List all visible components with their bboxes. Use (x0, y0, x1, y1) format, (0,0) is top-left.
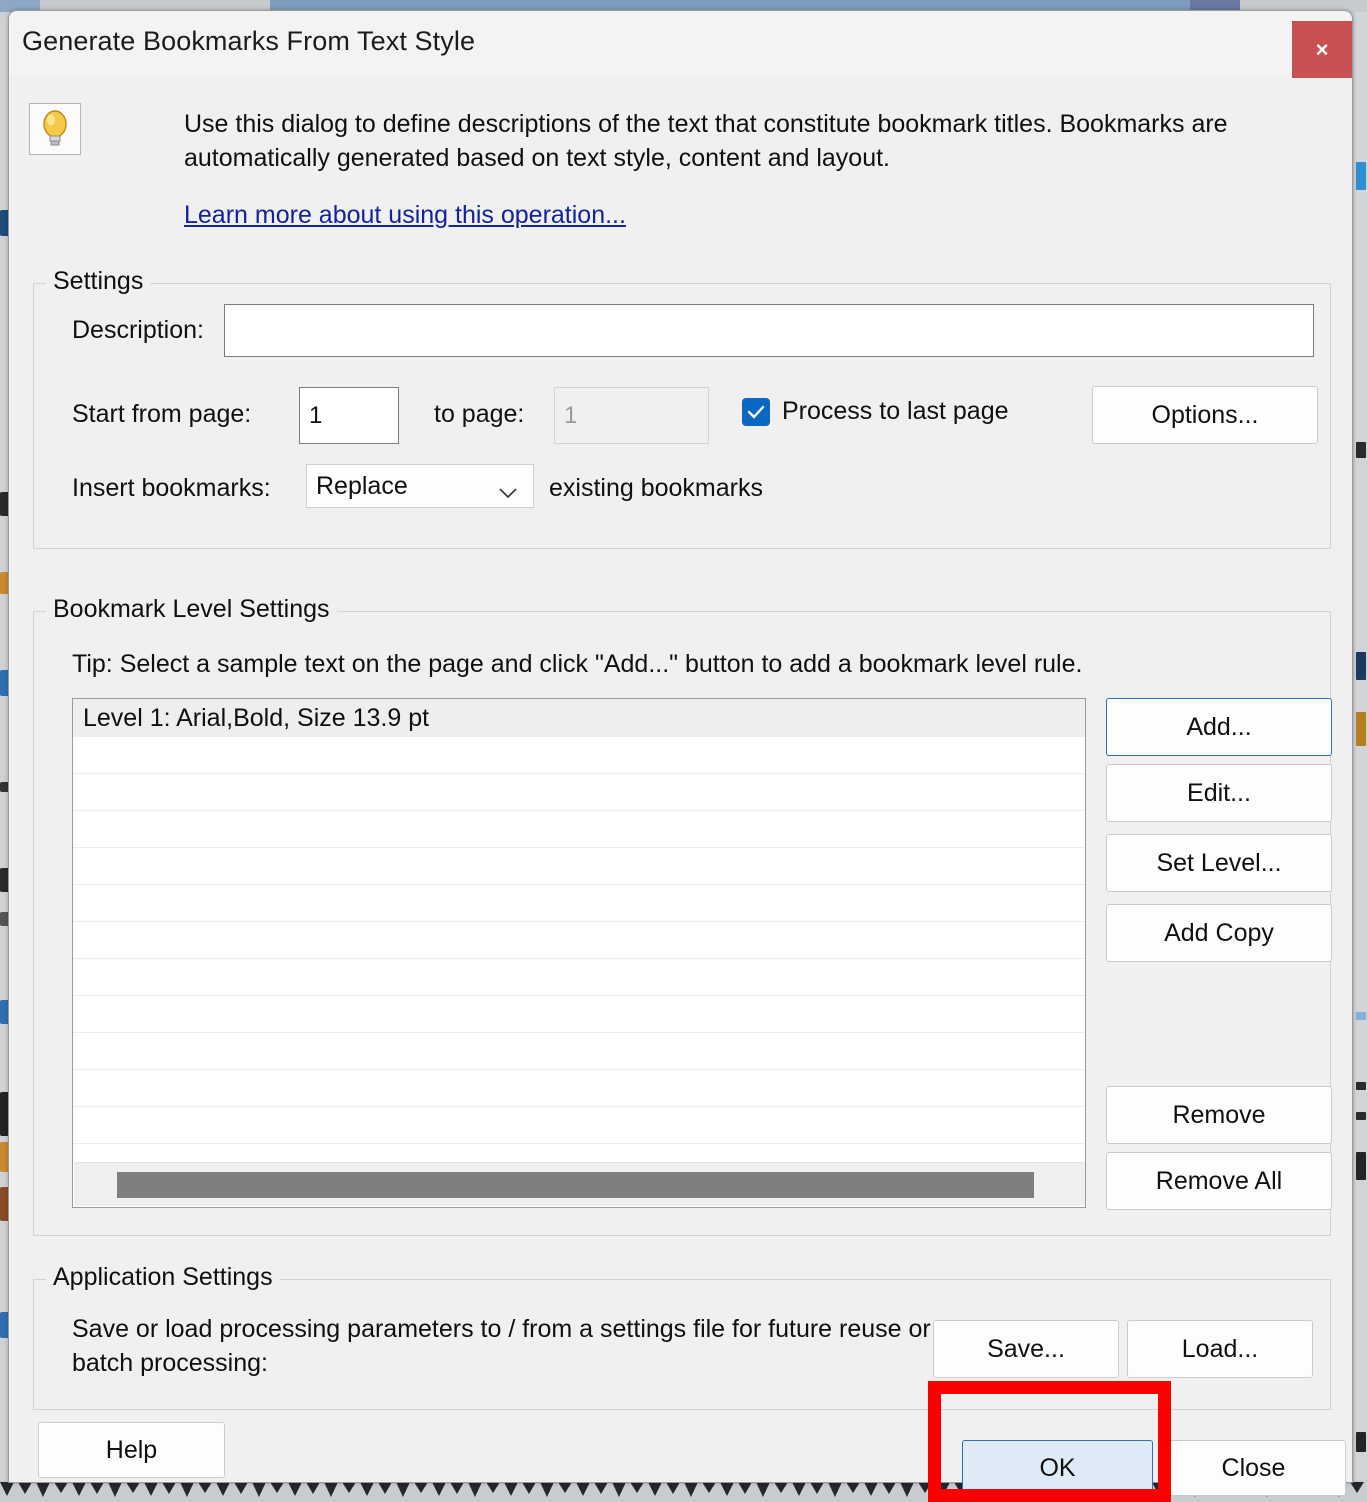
settings-group: Settings Description: Start from page: 1… (33, 267, 1331, 549)
application-settings-title: Application Settings (46, 1263, 280, 1292)
screen: Generate Bookmarks From Text Style × Use… (0, 0, 1367, 1502)
to-page-input[interactable]: 1 (554, 387, 709, 444)
dialog-titlebar: Generate Bookmarks From Text Style × (9, 11, 1352, 78)
description-label: Description: (72, 316, 204, 344)
remove-all-button[interactable]: Remove All (1106, 1152, 1332, 1210)
list-item[interactable]: Level 1: Arial,Bold, Size 13.9 pt (73, 699, 1085, 737)
start-page-label: Start from page: (72, 400, 252, 428)
insert-bookmarks-select[interactable]: Replace (306, 464, 534, 508)
bg-icon-sliver (1356, 1082, 1366, 1090)
bookmark-level-tip: Tip: Select a sample text on the page an… (72, 650, 1083, 678)
bookmark-level-list[interactable]: Level 1: Arial,Bold, Size 13.9 pt (72, 698, 1086, 1208)
bg-icon-sliver (1356, 712, 1366, 746)
list-item[interactable] (73, 996, 1085, 1033)
bookmark-level-settings-title: Bookmark Level Settings (46, 595, 337, 624)
dialog-title: Generate Bookmarks From Text Style (22, 26, 476, 56)
bg-icon-sliver (1356, 1152, 1366, 1180)
save-button[interactable]: Save... (933, 1320, 1119, 1378)
bg-icon-sliver (1356, 1012, 1366, 1020)
list-item[interactable] (73, 737, 1085, 774)
load-button[interactable]: Load... (1127, 1320, 1313, 1378)
to-page-label: to page: (434, 400, 525, 428)
checkmark-icon (742, 397, 770, 426)
close-icon[interactable]: × (1292, 21, 1352, 78)
ok-button[interactable]: OK (962, 1440, 1153, 1496)
list-item[interactable] (73, 1107, 1085, 1144)
help-button[interactable]: Help (38, 1422, 225, 1478)
scrollbar-thumb[interactable] (117, 1172, 1034, 1198)
learn-more-link[interactable]: Learn more about using this operation... (184, 201, 626, 230)
settings-group-title: Settings (46, 267, 151, 296)
list-item[interactable] (73, 848, 1085, 885)
list-item[interactable] (73, 774, 1085, 811)
add-copy-button[interactable]: Add Copy (1106, 904, 1332, 962)
bg-icon-sliver (1356, 162, 1366, 190)
chevron-down-icon (497, 478, 519, 507)
edit-button[interactable]: Edit... (1106, 764, 1332, 822)
generate-bookmarks-dialog: Generate Bookmarks From Text Style × Use… (8, 10, 1353, 1496)
start-page-input[interactable]: 1 (299, 387, 399, 444)
remove-button[interactable]: Remove (1106, 1086, 1332, 1144)
process-to-last-page-label: Process to last page (782, 397, 1009, 425)
list-item[interactable] (73, 959, 1085, 996)
description-input[interactable] (224, 304, 1314, 357)
list-item[interactable] (73, 1033, 1085, 1070)
horizontal-scrollbar[interactable] (74, 1162, 1085, 1206)
options-button[interactable]: Options... (1092, 386, 1318, 444)
application-settings-group: Application Settings Save or load proces… (33, 1263, 1331, 1410)
add-button[interactable]: Add... (1106, 698, 1332, 756)
insert-bookmarks-label: Insert bookmarks: (72, 474, 271, 502)
list-item[interactable] (73, 811, 1085, 848)
dialog-intro-text: Use this dialog to define descriptions o… (184, 110, 1228, 172)
list-item[interactable] (73, 1070, 1085, 1107)
insert-bookmarks-suffix: existing bookmarks (549, 474, 763, 502)
bg-icon-sliver (1356, 1432, 1366, 1452)
bg-icon-sliver (1356, 1112, 1366, 1120)
bookmark-level-settings-group: Bookmark Level Settings Tip: Select a sa… (33, 595, 1332, 1236)
bg-icon-sliver (1356, 652, 1366, 680)
lightbulb-icon (29, 103, 81, 155)
list-item[interactable] (73, 885, 1085, 922)
close-button[interactable]: Close (1161, 1440, 1346, 1496)
insert-bookmarks-value: Replace (316, 471, 408, 500)
list-item[interactable] (73, 922, 1085, 959)
process-to-last-page-checkbox[interactable]: Process to last page (742, 397, 1009, 426)
set-level-button[interactable]: Set Level... (1106, 834, 1332, 892)
bg-icon-sliver (1356, 442, 1366, 458)
application-settings-description: Save or load processing parameters to / … (72, 1315, 931, 1377)
background-window-right-edge (1355, 12, 1367, 1502)
